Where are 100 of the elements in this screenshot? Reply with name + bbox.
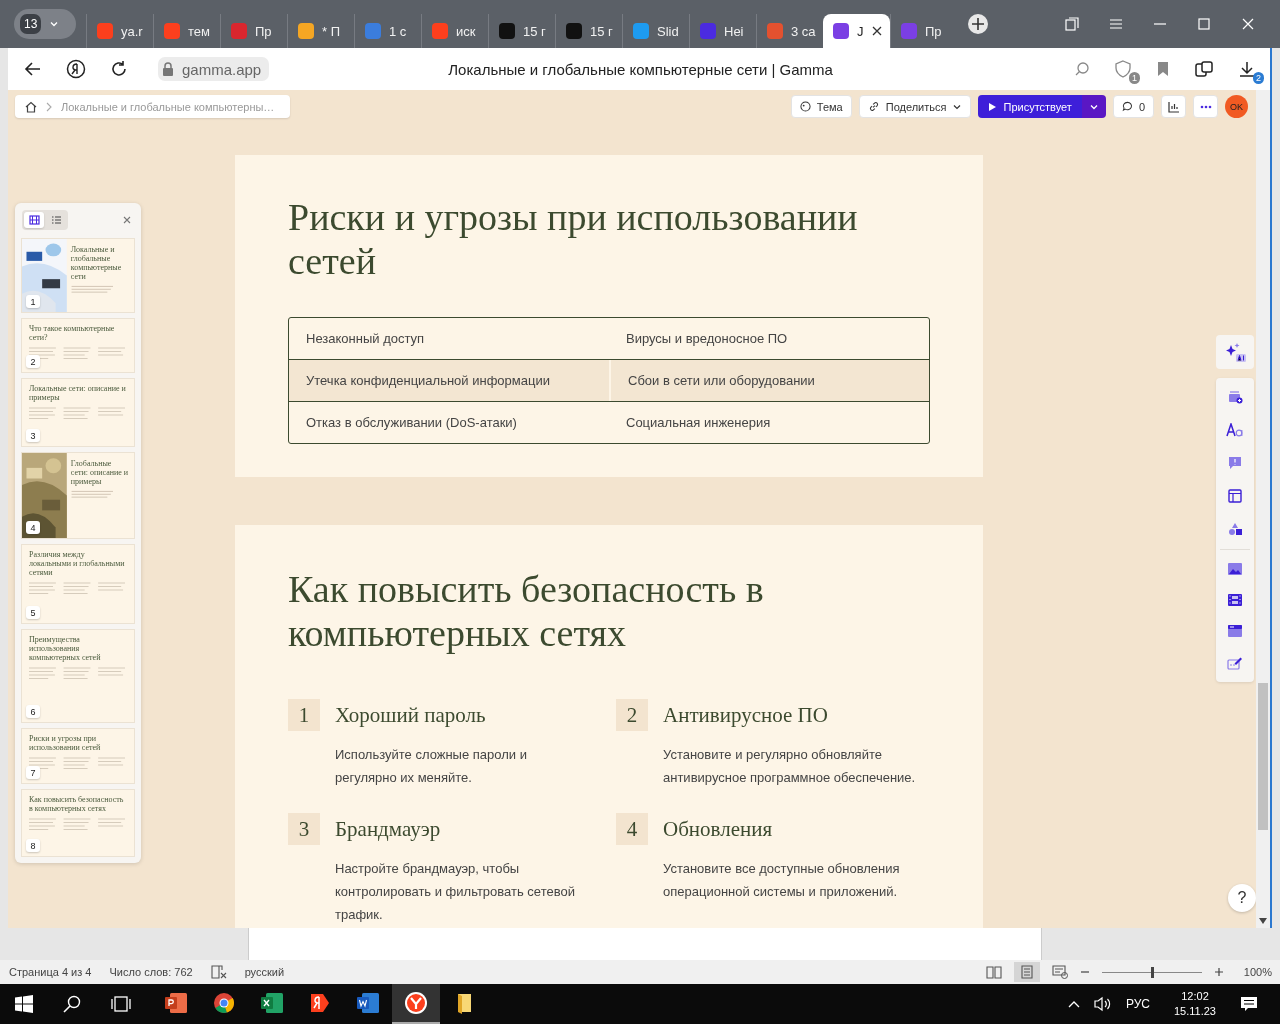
slide-thumbnail[interactable]: Глобальные сети: описание и примеры 4 xyxy=(21,452,135,539)
page-title: Локальные и глобальные компьютерные сети | Gamma xyxy=(448,60,833,78)
speaker-icon[interactable] xyxy=(1093,996,1112,1012)
chevron-up-icon[interactable] xyxy=(1067,1000,1080,1008)
maximize-icon[interactable] xyxy=(1196,16,1212,32)
present-button[interactable]: Присутствует xyxy=(978,95,1082,118)
input-language[interactable]: РУС xyxy=(1125,997,1150,1011)
slide-thumbnail[interactable]: Риски и угрозы при использовании сетей 7 xyxy=(21,728,135,784)
collections-icon[interactable] xyxy=(1064,16,1080,32)
theme-button[interactable]: Тема xyxy=(790,95,852,118)
text-style-icon[interactable] xyxy=(1226,423,1244,437)
extensions-icon[interactable] xyxy=(1194,60,1214,78)
word-processor-icon xyxy=(356,992,380,1014)
palette-icon xyxy=(799,101,811,112)
slide-title: Как повысить безопасность в компьютерных сетях xyxy=(288,567,765,655)
close-icon[interactable] xyxy=(1240,16,1256,32)
back-arrow-icon[interactable] xyxy=(24,60,42,78)
thumbnail-title: Локальные сети: описание и примеры xyxy=(29,384,127,402)
close-icon[interactable] xyxy=(871,26,882,36)
shield-icon[interactable] xyxy=(1114,60,1132,78)
more-icon xyxy=(1199,104,1212,109)
proofing-icon[interactable] xyxy=(210,965,227,979)
embed-icon[interactable] xyxy=(1228,625,1242,637)
add-card-icon[interactable] xyxy=(1227,390,1243,404)
scrollbar[interactable] xyxy=(1256,90,1270,928)
chevron-down-icon xyxy=(49,19,60,29)
count-badge: 2 xyxy=(1253,72,1264,84)
slide-number: 2 xyxy=(26,355,40,368)
help-button[interactable]: ? xyxy=(1228,884,1256,912)
play-icon xyxy=(988,101,998,112)
zoom-in-icon[interactable] xyxy=(1213,967,1224,977)
reload-icon[interactable] xyxy=(110,60,128,78)
slide-thumbnail[interactable]: Локальные и глобальные компьютерные сети 1 xyxy=(21,238,135,313)
step-text: Настройте брандмауэр, чтобы контролировать и фильтровать сетевой трафик. xyxy=(335,860,576,924)
url-field[interactable]: gamma.app xyxy=(158,57,270,81)
chevron-right-icon xyxy=(45,101,53,112)
print-layout-button[interactable] xyxy=(1013,962,1040,982)
slide-thumbnail[interactable]: Как повысить безопасность в компьютерных сетях 8 xyxy=(21,789,135,857)
shapes-icon[interactable] xyxy=(1228,522,1242,536)
slide-thumbnail[interactable]: Различия между локальными и глобальными сетями 5 xyxy=(21,544,135,624)
lock-icon xyxy=(162,62,174,76)
step-text: Установите и регулярно обновляйте антивирусное программное обеспечение. xyxy=(663,746,916,787)
link-icon xyxy=(867,101,880,112)
table-cell-text: Отказ в обслуживании (DoS-атаки) xyxy=(305,414,518,432)
home-icon[interactable] xyxy=(25,100,37,113)
layout-icon[interactable] xyxy=(1228,489,1242,503)
notifications-icon[interactable] xyxy=(1240,996,1258,1012)
language-label[interactable]: русский xyxy=(244,966,285,978)
grid-view-button[interactable] xyxy=(24,212,44,228)
step-text: Установите все доступные обновления операционной системы и приложений. xyxy=(663,860,901,901)
slide-title: Риски и угрозы при использовании сетей xyxy=(288,195,859,283)
menu-icon[interactable] xyxy=(1108,16,1124,32)
new-tab-icon[interactable] xyxy=(967,13,989,35)
table-cell-text: Вирусы и вредоносное ПО xyxy=(625,330,789,348)
slide-thumbnail[interactable]: Что такое компьютерные сети? 2 xyxy=(21,318,135,373)
yandex-browser-icon xyxy=(404,991,428,1015)
step-title: Брандмауэр xyxy=(335,816,441,842)
clock-date[interactable]: 15.11.23 xyxy=(1174,1004,1216,1019)
analytics-button[interactable] xyxy=(1161,95,1186,118)
present-menu-button[interactable] xyxy=(1081,95,1106,118)
ai-button[interactable] xyxy=(1216,335,1254,369)
taskbar-app[interactable] xyxy=(392,984,440,1024)
thumbnail-title: Локальные и глобальные компьютерные сети xyxy=(70,245,123,281)
slide-thumbnail[interactable]: Преимущества использования компьютерных сетей 6 xyxy=(21,629,135,723)
slide-number: 3 xyxy=(26,429,40,442)
text-lines-drawing xyxy=(70,285,115,295)
read-mode-icon[interactable] xyxy=(985,965,1002,979)
slide-number: 5 xyxy=(26,606,40,619)
browser-tab[interactable]: J xyxy=(823,14,890,48)
form-edit-icon[interactable] xyxy=(1227,656,1243,670)
download-icon[interactable] xyxy=(1238,60,1256,78)
tab-counter-button[interactable]: 13 xyxy=(14,9,76,39)
comments-button[interactable]: 0 xyxy=(1112,95,1154,118)
table-cell-text: Незаконный доступ xyxy=(305,330,426,348)
page-count[interactable]: Страница 4 из 4 xyxy=(9,966,92,978)
step-number: 3 xyxy=(288,813,320,845)
video-icon[interactable] xyxy=(1228,594,1242,606)
image-icon[interactable] xyxy=(1228,563,1242,575)
table-cell-text: Социальная инженерия xyxy=(625,414,772,432)
slide-thumbnail[interactable]: Локальные сети: описание и примеры 3 xyxy=(21,378,135,447)
share-button[interactable]: Поделиться xyxy=(858,95,972,118)
web-layout-icon[interactable] xyxy=(1051,965,1068,979)
callout-icon[interactable] xyxy=(1228,456,1242,470)
user-avatar[interactable]: OK xyxy=(1225,95,1248,118)
word-count[interactable]: Число слов: 762 xyxy=(109,966,193,978)
zoom-slider-thumb[interactable] xyxy=(1150,966,1154,978)
slide-number: 7 xyxy=(26,766,40,779)
scroll-down-icon[interactable] xyxy=(1259,918,1267,924)
zoom-level[interactable]: 100% xyxy=(1243,966,1272,978)
scrollbar-thumb[interactable] xyxy=(1258,683,1268,830)
step-title: Антивирусное ПО xyxy=(663,702,828,728)
clock-time[interactable]: 12:02 xyxy=(1181,989,1209,1004)
grid-icon xyxy=(28,215,40,225)
thumbnail-title: Как повысить безопасность в компьютерных сетях xyxy=(29,795,125,813)
bookmark-icon[interactable] xyxy=(1156,61,1170,77)
task-view-icon[interactable] xyxy=(111,995,131,1013)
thumbnail-title: Преимущества использования компьютерных сетей xyxy=(29,635,102,662)
search-icon[interactable] xyxy=(63,995,81,1013)
table-cell-text: Утечка конфиденциальной информации xyxy=(305,372,551,390)
windows-start-icon[interactable] xyxy=(15,995,33,1013)
